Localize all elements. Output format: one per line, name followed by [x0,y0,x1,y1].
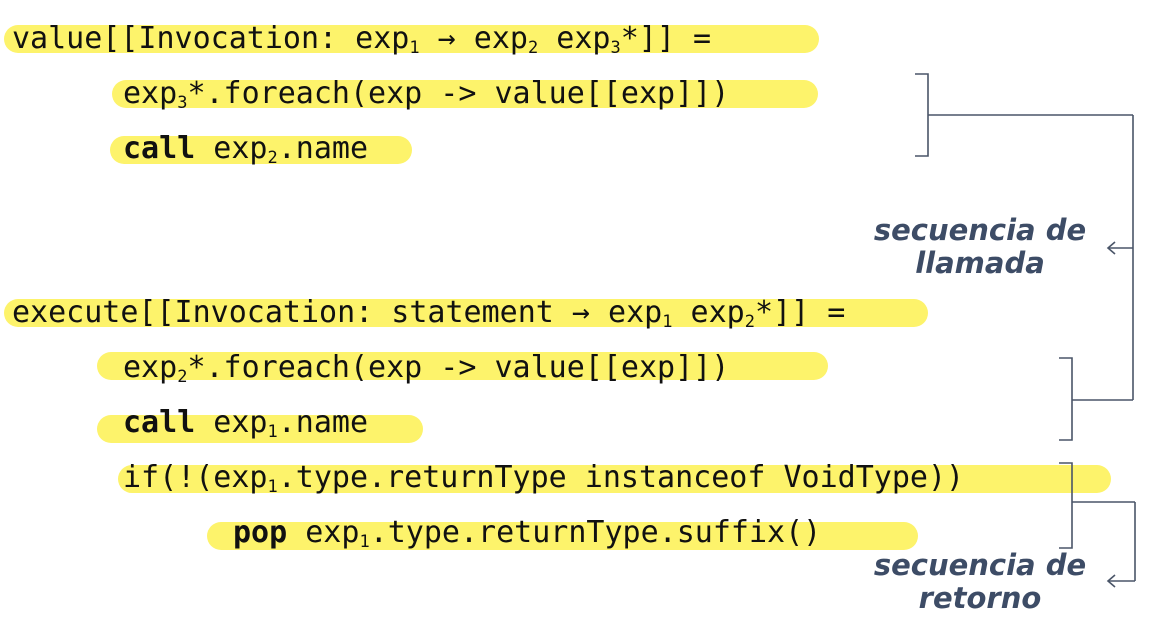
label-return-sequence: secuencia de retorno [873,548,1087,615]
bracket-value-call-sequence [915,73,929,157]
diagram-canvas: value[[Invocation: exp1 → exp2 exp3*]] =… [0,0,1159,622]
bracket-execute-call-sequence [1059,357,1073,441]
label-call-sequence: secuencia de llamada [873,213,1087,280]
bracket-connectors [915,73,1136,588]
bracket-return-sequence [1059,462,1073,549]
